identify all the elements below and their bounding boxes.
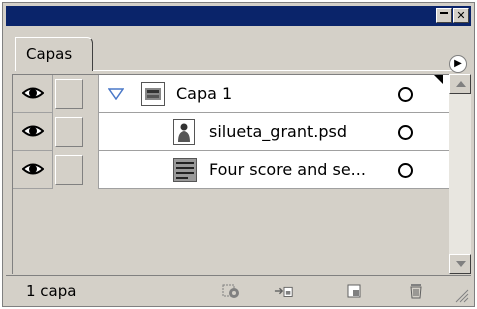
visibility-toggle[interactable] — [13, 151, 53, 189]
eye-icon — [22, 87, 44, 99]
panel-menu-button[interactable]: ▶ — [449, 55, 467, 73]
target-circle[interactable] — [398, 87, 413, 102]
target-circle[interactable] — [398, 125, 413, 140]
visibility-toggle[interactable] — [13, 75, 53, 113]
minimize-icon — [440, 12, 448, 14]
layers-panel: ✕ Capas ▶ Capa 1 silueta_grant.psd Four … — [2, 2, 475, 307]
clipping-mask-icon[interactable] — [221, 282, 241, 300]
new-layer-icon[interactable] — [344, 282, 364, 300]
disclosure-triangle-icon[interactable] — [108, 88, 124, 100]
panel-menu-icon: ▶ — [454, 58, 462, 69]
panel-titlebar: ✕ — [6, 6, 471, 26]
new-sublayer-icon[interactable] — [274, 282, 294, 300]
layer-name: Capa 1 — [176, 84, 233, 103]
layer-thumb — [141, 82, 165, 106]
scroll-up-button[interactable] — [449, 74, 471, 94]
eye-icon — [22, 125, 44, 137]
lock-toggle[interactable] — [55, 117, 83, 147]
lock-toggle[interactable] — [55, 79, 83, 109]
lock-toggle[interactable] — [55, 155, 83, 185]
silhouette-thumb — [173, 119, 195, 145]
layer-row[interactable]: Capa 1 — [13, 75, 450, 113]
row-separator — [89, 113, 99, 151]
layer-name: Four score and se... — [209, 160, 366, 179]
row-separator — [89, 75, 99, 113]
eye-icon — [22, 163, 44, 175]
close-button[interactable]: ✕ — [453, 8, 469, 23]
tab-strip — [93, 53, 457, 71]
tab-row: Capas ▶ — [6, 27, 471, 73]
target-circle[interactable] — [398, 163, 413, 178]
layer-name: silueta_grant.psd — [209, 122, 347, 141]
status-bar: 1 capa — [6, 275, 471, 305]
layer-row[interactable]: Four score and se... — [13, 151, 450, 189]
close-icon: ✕ — [456, 9, 466, 22]
resize-grip-icon[interactable] — [453, 287, 469, 303]
visibility-toggle[interactable] — [13, 113, 53, 151]
minimize-button[interactable] — [436, 8, 452, 23]
scroll-down-icon — [456, 261, 466, 267]
layer-list: Capa 1 silueta_grant.psd Four score and … — [12, 74, 449, 274]
scroll-up-icon — [456, 81, 466, 87]
selection-indicator — [434, 75, 443, 84]
row-separator — [89, 151, 99, 189]
tab-label: Capas — [26, 45, 73, 63]
layer-count: 1 capa — [26, 282, 77, 300]
trash-icon[interactable] — [406, 282, 426, 300]
vertical-scrollbar[interactable] — [449, 74, 471, 274]
layer-row[interactable]: silueta_grant.psd — [13, 113, 450, 151]
text-thumb — [173, 158, 197, 182]
tab-capas[interactable]: Capas — [15, 37, 93, 71]
scroll-down-button[interactable] — [449, 254, 471, 274]
